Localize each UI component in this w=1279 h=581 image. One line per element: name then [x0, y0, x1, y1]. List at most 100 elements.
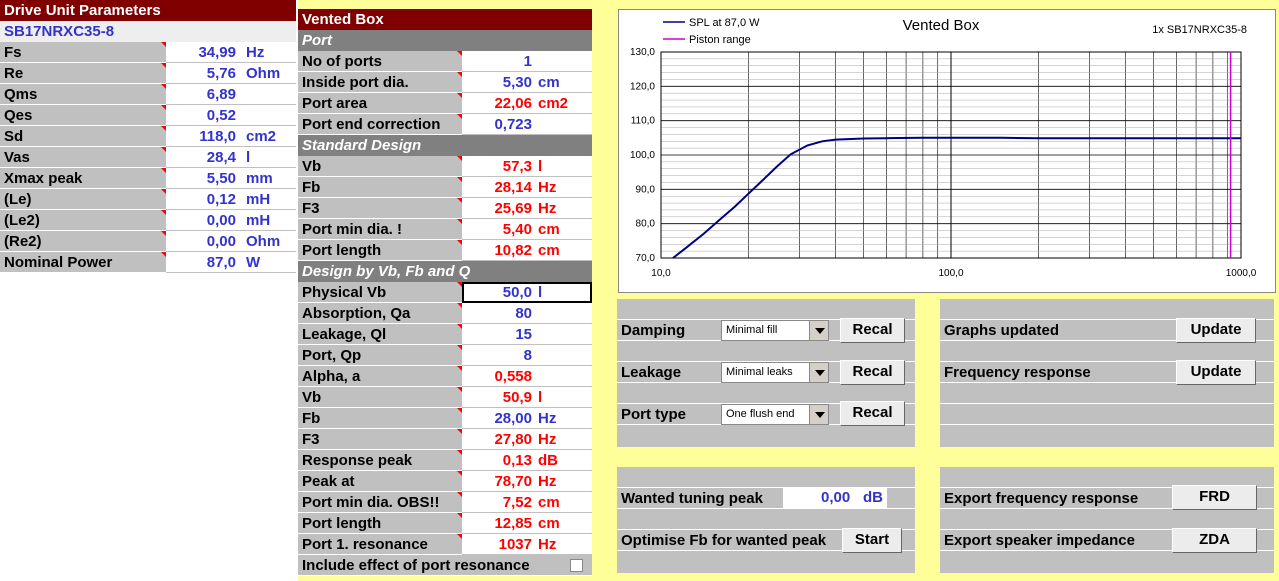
design-value-cell: 27,80 Hz — [462, 429, 592, 450]
include-port-resonance-checkbox[interactable] — [570, 559, 583, 572]
drive-unit-value-cell[interactable]: 5,50 mm — [166, 168, 296, 189]
legend-label: Piston range — [689, 34, 751, 46]
design-value-cell: 1037 Hz — [462, 534, 592, 555]
port-value: 22,06 — [494, 95, 532, 112]
port-value: 5,30 — [502, 74, 532, 91]
leakage-recal-button[interactable]: Recal — [840, 360, 905, 385]
design-value: 50,9 — [502, 389, 532, 406]
leakage-select[interactable]: Minimal leaks — [721, 362, 829, 383]
drive-unit-unit: Ohm — [246, 65, 281, 82]
drive-unit-value: 0,52 — [206, 107, 236, 124]
drive-unit-value-cell[interactable]: 0,00 mH — [166, 210, 296, 231]
export-frequency-response-label: Export frequency response — [944, 490, 1139, 507]
port-type-select[interactable]: One flush end — [721, 404, 829, 425]
drive-unit-label: Qms — [0, 84, 166, 105]
port-value-cell[interactable]: 5,30 cm — [462, 72, 592, 93]
chevron-down-icon[interactable] — [809, 405, 828, 424]
design-value: 0,558 — [494, 368, 532, 385]
port-value-cell[interactable]: 1 — [462, 51, 592, 72]
port-type-recal-button[interactable]: Recal — [840, 401, 905, 426]
design-value-cell[interactable]: 28,00 Hz — [462, 408, 592, 429]
design-label: Physical Vb — [298, 282, 462, 303]
port-unit: cm — [538, 74, 560, 91]
export-frd-button[interactable]: FRD — [1172, 485, 1257, 510]
standard-design-value: 25,69 — [494, 200, 532, 217]
optimise-start-button[interactable]: Start — [842, 528, 902, 553]
standard-design-label: Port min dia. ! — [298, 219, 462, 240]
port-label: Port end correction — [298, 114, 462, 135]
drive-unit-value: 0,00 — [206, 233, 236, 250]
port-value-cell[interactable]: 0,723 — [462, 114, 592, 135]
design-label: F3 — [298, 429, 462, 450]
y-tick-label: 110,0 — [631, 116, 656, 127]
graphs-updated-label: Graphs updated — [944, 322, 1060, 339]
drive-unit-value: 5,76 — [206, 65, 236, 82]
chart-subtitle: 1x SB17NRXC35-8 — [1152, 24, 1247, 36]
drive-unit-value-cell[interactable]: 87,0 W — [166, 252, 296, 273]
leakage-selected-value: Minimal leaks — [726, 366, 793, 378]
design-label: Port, Qp — [298, 345, 462, 366]
standard-design-value-cell: 10,82 cm — [462, 240, 592, 261]
standard-design-value: 5,40 — [502, 221, 532, 238]
chevron-down-icon[interactable] — [809, 363, 828, 382]
design-label: Peak at — [298, 471, 462, 492]
design-value: 15 — [515, 326, 532, 343]
design-label: Vb — [298, 387, 462, 408]
graphs-update-button[interactable]: Update — [1176, 318, 1256, 343]
design-value: 27,80 — [494, 431, 532, 448]
standard-design-value-cell: 28,14 Hz — [462, 177, 592, 198]
standard-design-label: Fb — [298, 177, 462, 198]
drive-unit-value-cell[interactable]: 0,12 mH — [166, 189, 296, 210]
design-value-cell[interactable]: 8 — [462, 345, 592, 366]
design-value-cell[interactable]: 50,0 l — [462, 282, 592, 303]
vented-box-title: Vented Box — [298, 9, 592, 30]
design-unit: Hz — [538, 536, 557, 553]
damping-recal-button[interactable]: Recal — [840, 318, 905, 343]
drive-unit-value: 6,89 — [206, 86, 236, 103]
drive-unit-label: Xmax peak — [0, 168, 166, 189]
standard-design-label: F3 — [298, 198, 462, 219]
export-speaker-impedance-label: Export speaker impedance — [944, 532, 1135, 549]
x-tick-label: 10,0 — [651, 268, 671, 279]
optimise-fb-label: Optimise Fb for wanted peak — [621, 532, 827, 549]
drive-unit-unit: l — [246, 149, 251, 166]
design-value: 28,00 — [494, 410, 532, 427]
design-value-cell[interactable]: 15 — [462, 324, 592, 345]
design-value-cell: 0,13 dB — [462, 450, 592, 471]
drive-unit-value-cell[interactable]: 28,4 l — [166, 147, 296, 168]
drive-unit-value-cell[interactable]: 0,00 Ohm — [166, 231, 296, 252]
design-value-cell[interactable]: 80 — [462, 303, 592, 324]
drive-unit-model[interactable]: SB17NRXC35-8 — [0, 21, 296, 42]
drive-unit-value-cell[interactable]: 34,99 Hz — [166, 42, 296, 63]
wanted-tuning-peak-unit: dB — [863, 489, 883, 506]
standard-design-value-cell: 5,40 cm — [462, 219, 592, 240]
drive-unit-value: 87,0 — [206, 254, 236, 271]
drive-unit-value-cell[interactable]: 0,52 — [166, 105, 296, 126]
drive-unit-value-cell[interactable]: 6,89 — [166, 84, 296, 105]
standard-design-unit: Hz — [538, 179, 557, 196]
design-label: Absorption, Qa — [298, 303, 462, 324]
drive-unit-title: Drive Unit Parameters — [0, 0, 296, 21]
port-value: 1 — [523, 53, 532, 70]
damping-select[interactable]: Minimal fill — [721, 320, 829, 341]
design-options-panel: Damping Minimal fill Recal Leakage Minim… — [617, 299, 915, 447]
drive-unit-value-cell[interactable]: 5,76 Ohm — [166, 63, 296, 84]
design-value: 8 — [523, 347, 532, 364]
drive-unit-value-cell[interactable]: 118,0 cm2 — [166, 126, 296, 147]
design-value: 0,13 — [502, 452, 532, 469]
drive-unit-unit: mH — [246, 191, 271, 208]
design-label: Leakage, Ql — [298, 324, 462, 345]
export-zda-button[interactable]: ZDA — [1172, 528, 1257, 553]
drive-unit-label: Sd — [0, 126, 166, 147]
drive-unit-label: Fs — [0, 42, 166, 63]
port-unit: cm2 — [538, 95, 569, 112]
design-value: 1037 — [498, 536, 532, 553]
design-value: 12,85 — [494, 515, 532, 532]
chevron-down-icon[interactable] — [809, 321, 828, 340]
leakage-label: Leakage — [621, 364, 682, 381]
design-label: Fb — [298, 408, 462, 429]
drive-unit-label: Qes — [0, 105, 166, 126]
port-section-header: Port — [298, 30, 592, 51]
frequency-response-update-button[interactable]: Update — [1176, 360, 1256, 385]
wanted-tuning-peak-input[interactable]: 0,00 dB — [783, 488, 887, 508]
